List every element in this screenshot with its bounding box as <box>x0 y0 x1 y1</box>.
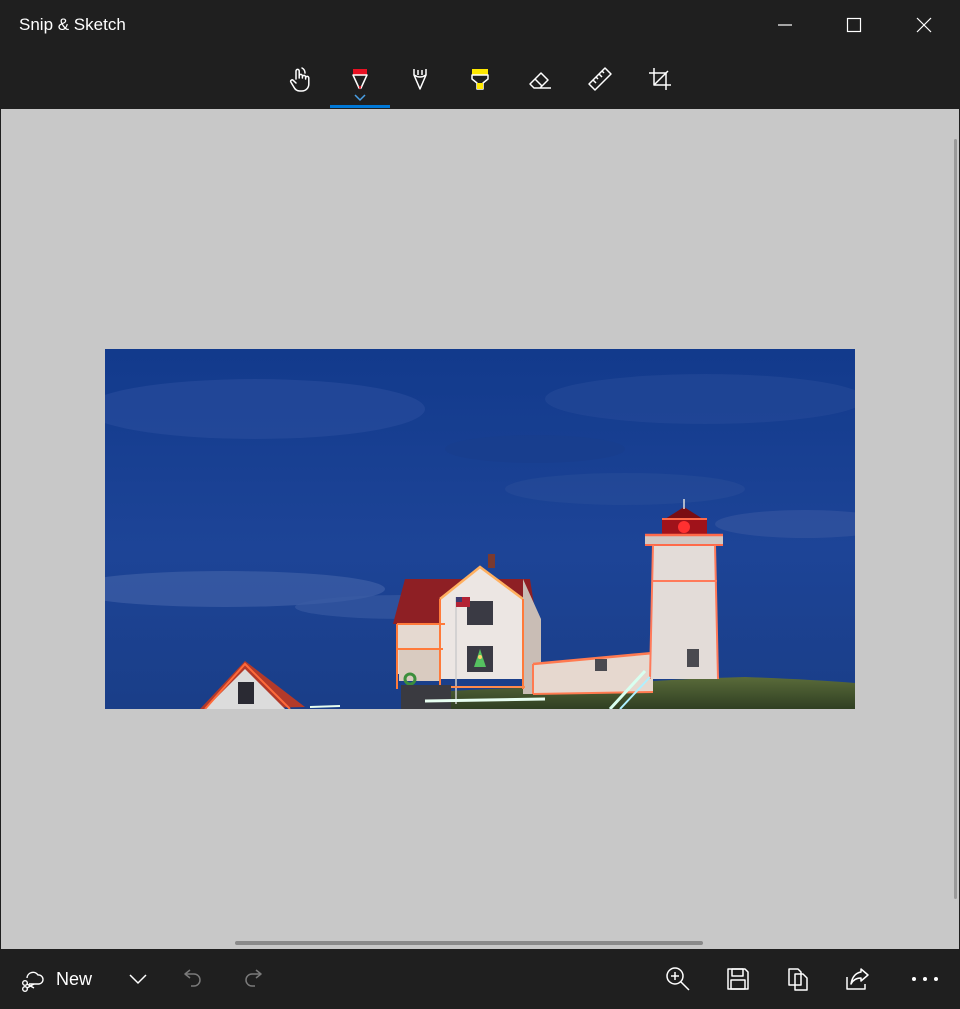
eraser-icon <box>529 71 551 89</box>
zoom-button[interactable] <box>657 949 699 1009</box>
chevron-down-icon <box>354 94 366 102</box>
minimize-icon <box>778 24 792 26</box>
highlighter-button[interactable] <box>450 50 510 107</box>
crop-icon <box>649 67 671 90</box>
touch-hand-icon <box>289 66 310 92</box>
ruler-icon <box>588 66 612 91</box>
close-icon <box>916 17 932 33</box>
new-snip-button[interactable]: New <box>10 949 102 1009</box>
bottom-command-bar: New <box>0 949 960 1009</box>
chevron-down-icon <box>129 974 147 985</box>
maximize-button[interactable] <box>824 0 884 50</box>
title-bar: Snip & Sketch <box>0 0 960 50</box>
more-options-button[interactable] <box>902 949 948 1009</box>
lighthouse-photo <box>105 349 855 709</box>
save-button[interactable] <box>717 949 759 1009</box>
copy-button[interactable] <box>777 949 819 1009</box>
ballpoint-pen-button[interactable] <box>330 50 390 108</box>
canvas-area[interactable] <box>1 109 959 949</box>
selected-tool-indicator <box>330 105 390 108</box>
new-snip-dropdown-button[interactable] <box>118 949 158 1009</box>
minimize-button[interactable] <box>755 0 815 50</box>
new-snip-icon <box>22 971 44 992</box>
pencil-button[interactable] <box>390 50 450 107</box>
crop-button[interactable] <box>630 50 690 107</box>
share-icon <box>846 968 869 990</box>
copy-icon <box>788 968 808 991</box>
snip-image <box>105 349 855 709</box>
window-title: Snip & Sketch <box>19 15 126 34</box>
redo-icon <box>245 969 262 987</box>
highlighter-icon <box>471 68 489 90</box>
ruler-button[interactable] <box>570 50 630 107</box>
ballpoint-pen-icon <box>352 68 368 90</box>
close-button[interactable] <box>894 0 954 50</box>
save-icon <box>727 968 749 990</box>
undo-icon <box>184 969 201 987</box>
horizontal-scrollbar[interactable] <box>235 941 703 945</box>
maximize-icon <box>846 17 862 33</box>
zoom-icon <box>666 967 690 991</box>
undo-button[interactable] <box>173 949 213 1009</box>
more-icon <box>912 977 938 981</box>
vertical-scrollbar[interactable] <box>954 139 957 899</box>
redo-button[interactable] <box>233 949 273 1009</box>
pencil-icon <box>413 68 427 90</box>
ink-toolbar <box>0 50 960 109</box>
eraser-button[interactable] <box>510 50 570 107</box>
share-button[interactable] <box>837 949 879 1009</box>
touch-writing-button[interactable] <box>270 50 330 107</box>
new-button-label: New <box>56 968 93 989</box>
